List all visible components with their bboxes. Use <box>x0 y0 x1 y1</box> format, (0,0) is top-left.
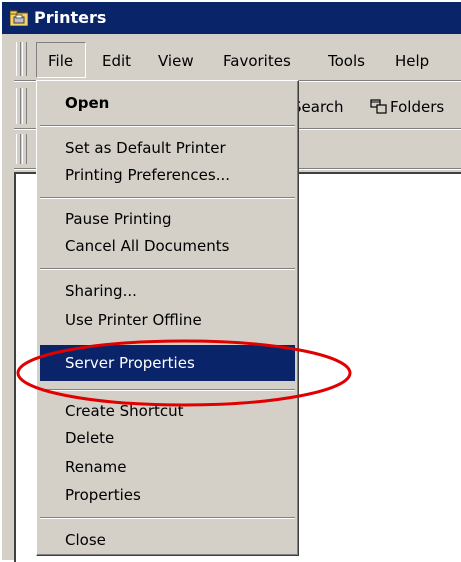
printer-folder-icon <box>10 10 28 26</box>
menu-separator <box>40 389 295 391</box>
menu-item-create-shortcut[interactable]: Create Shortcut <box>65 401 184 421</box>
menu-item-server-properties[interactable]: Server Properties <box>65 353 195 373</box>
menu-item-rename[interactable]: Rename <box>65 457 127 477</box>
menu-item-open[interactable]: Open <box>65 93 109 113</box>
search-button[interactable]: Search <box>292 98 344 116</box>
menubar-grip[interactable] <box>16 42 21 76</box>
folders-icon <box>370 99 387 114</box>
menu-item-printing-preferences[interactable]: Printing Preferences... <box>65 165 230 185</box>
window-title: Printers <box>34 8 107 27</box>
menu-item-close[interactable]: Close <box>65 530 106 550</box>
menu-file-label[interactable]: File <box>48 52 73 70</box>
menu-item-pause-printing[interactable]: Pause Printing <box>65 209 172 229</box>
menu-edit[interactable]: Edit <box>102 52 131 70</box>
menu-item-set-default-printer[interactable]: Set as Default Printer <box>65 138 226 158</box>
toolbar-grip[interactable] <box>16 88 21 124</box>
folders-button[interactable]: Folders <box>390 98 444 116</box>
menu-separator <box>40 197 295 199</box>
menu-separator <box>40 517 295 519</box>
menu-tools[interactable]: Tools <box>328 52 365 70</box>
title-bar[interactable]: Printers <box>2 2 461 34</box>
menu-separator <box>40 268 295 270</box>
menu-item-delete[interactable]: Delete <box>65 428 114 448</box>
address-grip[interactable] <box>16 134 21 164</box>
menu-favorites[interactable]: Favorites <box>223 52 291 70</box>
menubar-grip-2 <box>22 42 27 76</box>
file-menu-dropdown: Open Set as Default Printer Printing Pre… <box>36 80 299 556</box>
printers-window: Printers File Edit View Favorites Tools … <box>0 0 461 562</box>
menu-item-sharing[interactable]: Sharing... <box>65 281 137 301</box>
menu-separator <box>40 125 295 127</box>
menu-item-properties[interactable]: Properties <box>65 485 141 505</box>
menu-help[interactable]: Help <box>395 52 429 70</box>
menu-view[interactable]: View <box>158 52 194 70</box>
toolbar-grip-2 <box>22 88 27 124</box>
menu-item-use-printer-offline[interactable]: Use Printer Offline <box>65 310 202 330</box>
address-grip-2 <box>22 134 27 164</box>
menu-item-cancel-all-documents[interactable]: Cancel All Documents <box>65 236 229 256</box>
